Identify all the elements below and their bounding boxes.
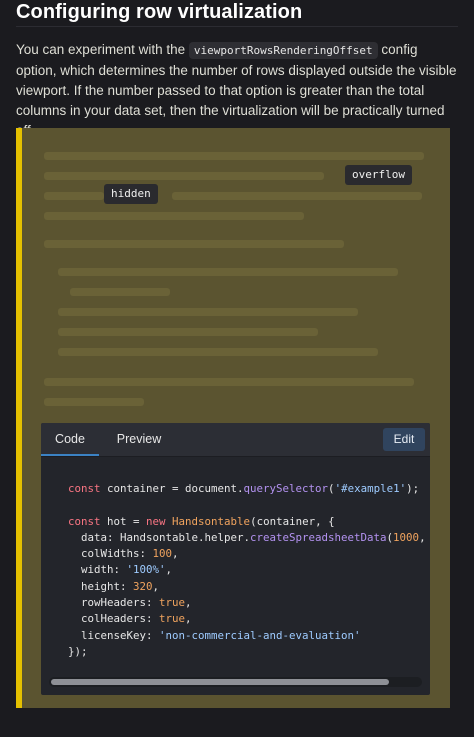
code-block: const container = document.querySelector… (41, 457, 430, 677)
tab-code[interactable]: Code (41, 423, 99, 456)
inline-code-option: viewportRowsRenderingOffset (188, 42, 378, 59)
callout-obscured-text (44, 152, 424, 160)
callout-obscured-text (58, 328, 318, 336)
callout-obscured-text (44, 240, 344, 248)
tab-preview[interactable]: Preview (111, 423, 167, 456)
intro-text-start: You can experiment with the (16, 42, 189, 57)
callout-obscured-text (58, 348, 378, 356)
page-title: Configuring row virtualization (16, 1, 303, 23)
horizontal-scrollbar[interactable] (49, 677, 422, 687)
code-text: const container = document.querySelector… (68, 482, 426, 658)
callout-obscured-text (44, 398, 144, 406)
callout-obscured-text (44, 378, 414, 386)
callout-obscured-text (58, 308, 358, 316)
code-panel-header: Code Preview Edit (41, 423, 430, 457)
scrollbar-thumb[interactable] (51, 679, 389, 685)
callout-obscured-text (44, 172, 324, 180)
callout-obscured-text (44, 212, 304, 220)
callout-obscured-text (58, 268, 398, 276)
title-divider (16, 26, 458, 27)
callout-obscured-text (172, 192, 422, 200)
edit-button[interactable]: Edit (383, 428, 425, 451)
inline-code-overflow: overflow (345, 165, 412, 185)
inline-code-hidden: hidden (104, 184, 158, 204)
callout-obscured-text (44, 192, 104, 200)
intro-paragraph: You can experiment with the viewportRows… (16, 40, 460, 141)
code-example-panel: Code Preview Edit const container = docu… (41, 423, 430, 695)
callout-obscured-text (70, 288, 170, 296)
